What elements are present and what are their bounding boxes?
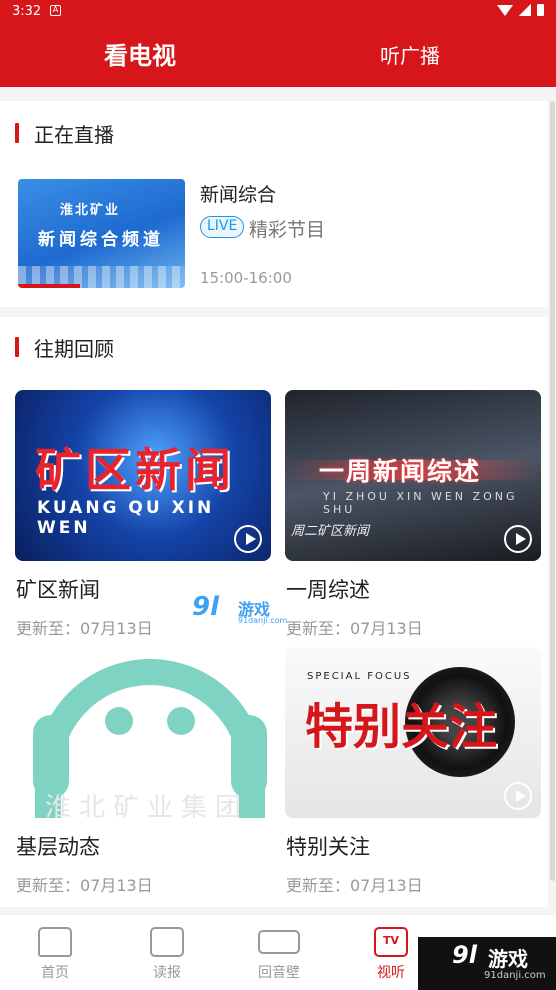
play-icon[interactable]: [234, 525, 262, 553]
section-marker: [15, 123, 19, 143]
nav-label: 回音壁: [258, 965, 300, 981]
thumb-title-text: 特别关注: [305, 699, 498, 755]
thumb-title-text: 一周新闻综述: [319, 457, 482, 486]
archive-item-tebie-guanzhu[interactable]: SPECIAL FOCUS 特别关注 特别关注 更新至：07月13日: [285, 647, 541, 895]
thumb-accent-line: [18, 284, 80, 288]
newspaper-icon: [150, 927, 184, 957]
status-time: 3:32: [12, 4, 42, 19]
live-time-range: 15:00-16:00: [200, 269, 292, 287]
thumb-subtitle-text: 周二矿区新闻: [291, 524, 370, 539]
live-thumbnail[interactable]: 淮北矿业 新闻综合频道: [18, 179, 185, 288]
archive-item-title[interactable]: 矿区新闻: [16, 574, 100, 604]
face-eye-left: [105, 707, 133, 735]
tv-icon: TV: [374, 927, 408, 957]
status-bar: 3:32 A: [0, 0, 556, 24]
face-eye-right: [167, 707, 195, 735]
archive-item-yizhou-zongshu[interactable]: 一周新闻综述 YI ZHOU XIN WEN ZONG SHU 周二矿区新闻 一…: [285, 390, 541, 638]
section-marker: [15, 337, 19, 357]
top-header: 3:32 A 看电视 听广播: [0, 0, 556, 87]
archive-item-kuangqu-xinwen[interactable]: 矿区新闻 KUANG QU XIN WEN 矿区新闻 更新至：07月13日: [15, 390, 271, 638]
live-section: 正在直播 淮北矿业 新闻综合频道 新闻综合 LIVE 精彩节目 15:00-16…: [0, 101, 548, 307]
archive-thumbnail[interactable]: 一周新闻综述 YI ZHOU XIN WEN ZONG SHU 周二矿区新闻: [285, 390, 541, 561]
nav-item-home[interactable]: 首页: [0, 915, 110, 990]
watermark-corner: 9l 游戏 91danji.com: [418, 937, 556, 990]
thumb-channel-text: 新闻综合频道: [38, 230, 164, 250]
live-section-title: 正在直播: [34, 123, 114, 147]
nav-item-feedback[interactable]: 回音壁: [224, 915, 334, 990]
watermark-domain: 91danji.com: [238, 616, 288, 625]
archive-item-title[interactable]: 基层动态: [16, 831, 100, 861]
live-channel-name[interactable]: 新闻综合: [200, 180, 276, 207]
archive-item-title[interactable]: 一周综述: [286, 574, 370, 604]
archive-item-update: 更新至：07月13日: [16, 876, 153, 895]
live-program-name: 精彩节目: [249, 219, 326, 241]
status-icons: [497, 4, 544, 16]
watermark-logo: 9l: [192, 592, 220, 622]
live-badge: LIVE: [200, 216, 245, 238]
notification-icon: A: [50, 5, 61, 16]
thumb-pinyin-text: YI ZHOU XIN WEN ZONG SHU: [323, 490, 518, 516]
thumb-pinyin-text: SPECIAL FOCUS: [307, 671, 412, 682]
watermark-center: 9l 游戏 91danji.com: [192, 592, 287, 630]
wifi-icon: [497, 4, 513, 16]
nav-label: 读报: [153, 965, 181, 981]
play-icon[interactable]: [504, 782, 532, 810]
archive-item-update: 更新至：07月13日: [286, 619, 423, 638]
thumb-brand-text: 淮北矿业: [60, 203, 121, 218]
scrollbar[interactable]: [550, 101, 555, 881]
archive-item-title[interactable]: 特别关注: [286, 831, 370, 861]
thumb-faint-text: 淮北矿业集团: [45, 793, 250, 818]
scroll-icon: [258, 930, 300, 954]
home-icon: [38, 927, 72, 957]
nav-item-newspaper[interactable]: 读报: [112, 915, 222, 990]
archive-item-update: 更新至：07月13日: [286, 876, 423, 895]
archive-thumbnail[interactable]: 矿区新闻 KUANG QU XIN WEN: [15, 390, 271, 561]
watermark-logo: 9l: [452, 941, 477, 969]
tab-listen-radio[interactable]: 听广播: [380, 40, 440, 69]
signal-icon: [519, 4, 531, 16]
watermark-domain: 91danji.com: [484, 970, 546, 981]
thumb-title-text: 矿区新闻: [35, 443, 235, 497]
watermark-name: 游戏: [488, 947, 528, 971]
app-root: 3:32 A 看电视 听广播 正在直播 淮北矿业 新闻综合频道 新闻综合 LIV…: [0, 0, 556, 990]
archive-item-jiceng-dongtai[interactable]: 淮北矿业集团 基层动态 更新至：07月13日: [15, 647, 271, 895]
archive-section-title: 往期回顾: [34, 337, 114, 361]
archive-thumbnail[interactable]: 淮北矿业集团: [15, 647, 271, 818]
archive-item-update: 更新至：07月13日: [16, 619, 153, 638]
battery-icon: [537, 4, 544, 16]
play-icon[interactable]: [504, 525, 532, 553]
archive-thumbnail[interactable]: SPECIAL FOCUS 特别关注: [285, 647, 541, 818]
tab-watch-tv[interactable]: 看电视: [104, 36, 176, 71]
nav-label: 首页: [41, 965, 69, 981]
